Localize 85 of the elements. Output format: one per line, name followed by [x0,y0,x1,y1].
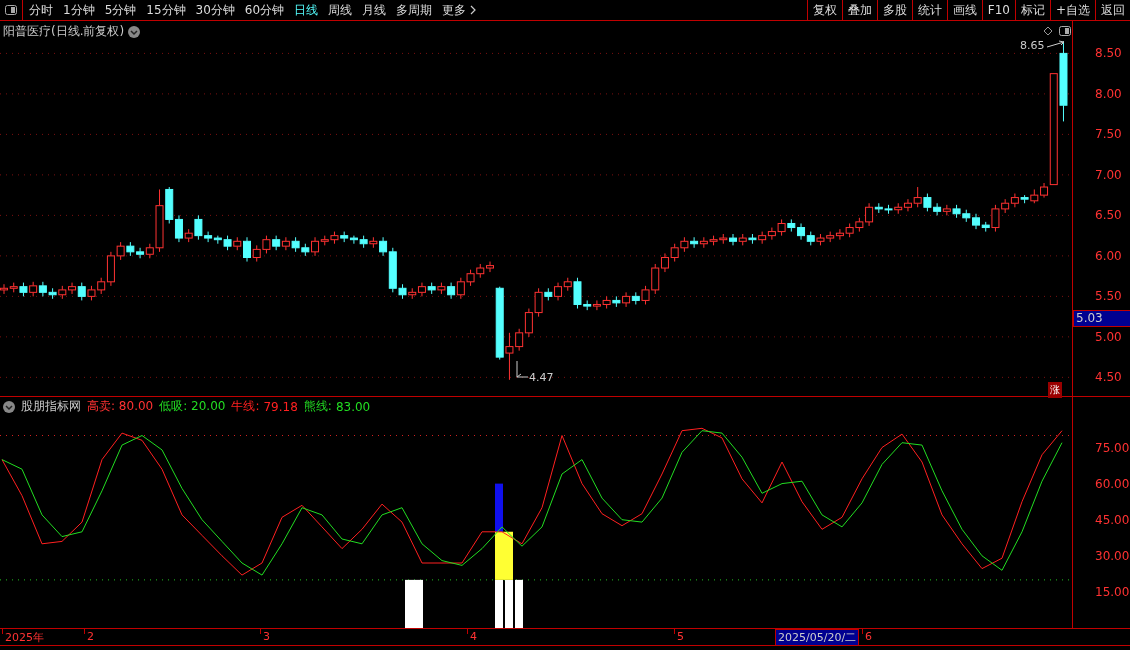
date-label: 5 [676,630,685,643]
dropdown-icon[interactable] [128,25,141,38]
candlestick [787,218,796,233]
axis-label: 8.00 [1095,86,1122,101]
axis-label: 75.00 [1095,440,1130,455]
indicator-value: 83.00 [335,399,371,414]
candlestick [68,282,77,295]
cursor-date-label: 2025/05/20/二 [775,629,860,645]
candlestick [660,252,669,273]
toolbar-button[interactable]: 复权 [806,0,842,20]
dropdown-icon[interactable] [3,400,15,413]
toolbar-button[interactable]: 画线 [946,0,982,20]
axis-label: 5.50 [1095,289,1122,304]
candlestick [1010,193,1019,208]
leader-line [516,360,529,378]
status-badge: 涨 [1048,382,1062,398]
candlestick [797,222,806,241]
period-tab[interactable]: 分时 [29,1,53,19]
period-tab[interactable]: 多周期 [396,1,433,19]
toolbar-button[interactable]: F10 [981,0,1015,20]
date-label: 4 [469,630,478,643]
axis-label: 4.50 [1095,370,1122,385]
axis-label: 5.00 [1095,329,1122,344]
period-tab[interactable]: 日线 [294,1,319,19]
indicator-value: 79.18 [263,399,298,414]
date-label: 2025年 [4,630,45,645]
indicator-value: 低吸: 20.00 [159,398,226,415]
indicator-value: 高卖: 80.00 [87,398,154,415]
period-tab[interactable]: 周线 [328,1,353,19]
date-label: 6 [864,630,873,643]
toolbar-button[interactable]: 标记 [1014,0,1050,20]
candlestick [622,291,631,308]
price-label: 4.47 [529,371,554,384]
chevron-right-icon [470,5,478,15]
period-tab[interactable]: 月线 [362,1,387,19]
legend-series-name: 熊线: [303,398,332,415]
toolbar-button[interactable]: 多股 [876,0,912,20]
period-tab[interactable]: 60分钟 [244,1,285,19]
panel-toggle-icon[interactable] [1059,26,1071,36]
candlestick [243,236,251,263]
candlestick [690,236,699,249]
period-tab[interactable]: 30分钟 [195,1,235,19]
candlestick [0,283,8,295]
candlestick [417,282,426,297]
axis-label: 45.00 [1095,512,1130,527]
axis-label: 7.00 [1095,167,1122,182]
current-price-label: 5.03 [1073,310,1130,327]
toolbar-button[interactable]: 返回 [1095,0,1130,20]
date-label: 3 [262,630,271,643]
period-tab[interactable]: 15分钟 [146,1,186,19]
candlestick [903,198,912,212]
toolbar-button[interactable]: 统计 [911,0,947,20]
candlestick [729,233,737,246]
date-label: 2 [86,630,95,643]
diamond-icon[interactable] [1043,26,1053,36]
axis-label: 6.50 [1095,208,1122,223]
period-tab[interactable]: 1分钟 [63,1,95,19]
panel-toggle-icon[interactable] [5,5,17,15]
candlestick [554,282,563,301]
candlestick [486,261,494,273]
axis-label: 7.50 [1095,127,1122,142]
candlestick [379,236,388,257]
candlestick [972,213,980,230]
leader-line [1046,40,1065,48]
chart-title: 阳普医疗(日线.前复权) [3,23,125,40]
period-tab[interactable]: 5分钟 [104,1,137,19]
candlestick [447,282,456,300]
candlestick [408,287,417,300]
axis-label: 6.00 [1095,248,1122,263]
candlestick [894,202,903,215]
candlestick [1040,182,1049,199]
candlestick [311,236,320,257]
candlestick [369,236,378,249]
axis-label: 60.00 [1095,476,1130,491]
price-label: 8.65 [1020,39,1045,52]
candlestick [174,214,183,243]
toolbar-button[interactable]: +自选 [1049,0,1095,20]
indicator-name: 股朋指标网 [21,398,81,415]
axis-label: 8.50 [1095,46,1122,61]
period-tab[interactable]: 更多 [442,1,478,19]
candlestick [281,236,290,251]
legend-series-name: 牛线: [231,398,260,415]
axis-label: 15.00 [1095,584,1130,599]
toolbar-button[interactable]: 叠加 [841,0,877,20]
axis-label: 30.00 [1095,548,1130,563]
